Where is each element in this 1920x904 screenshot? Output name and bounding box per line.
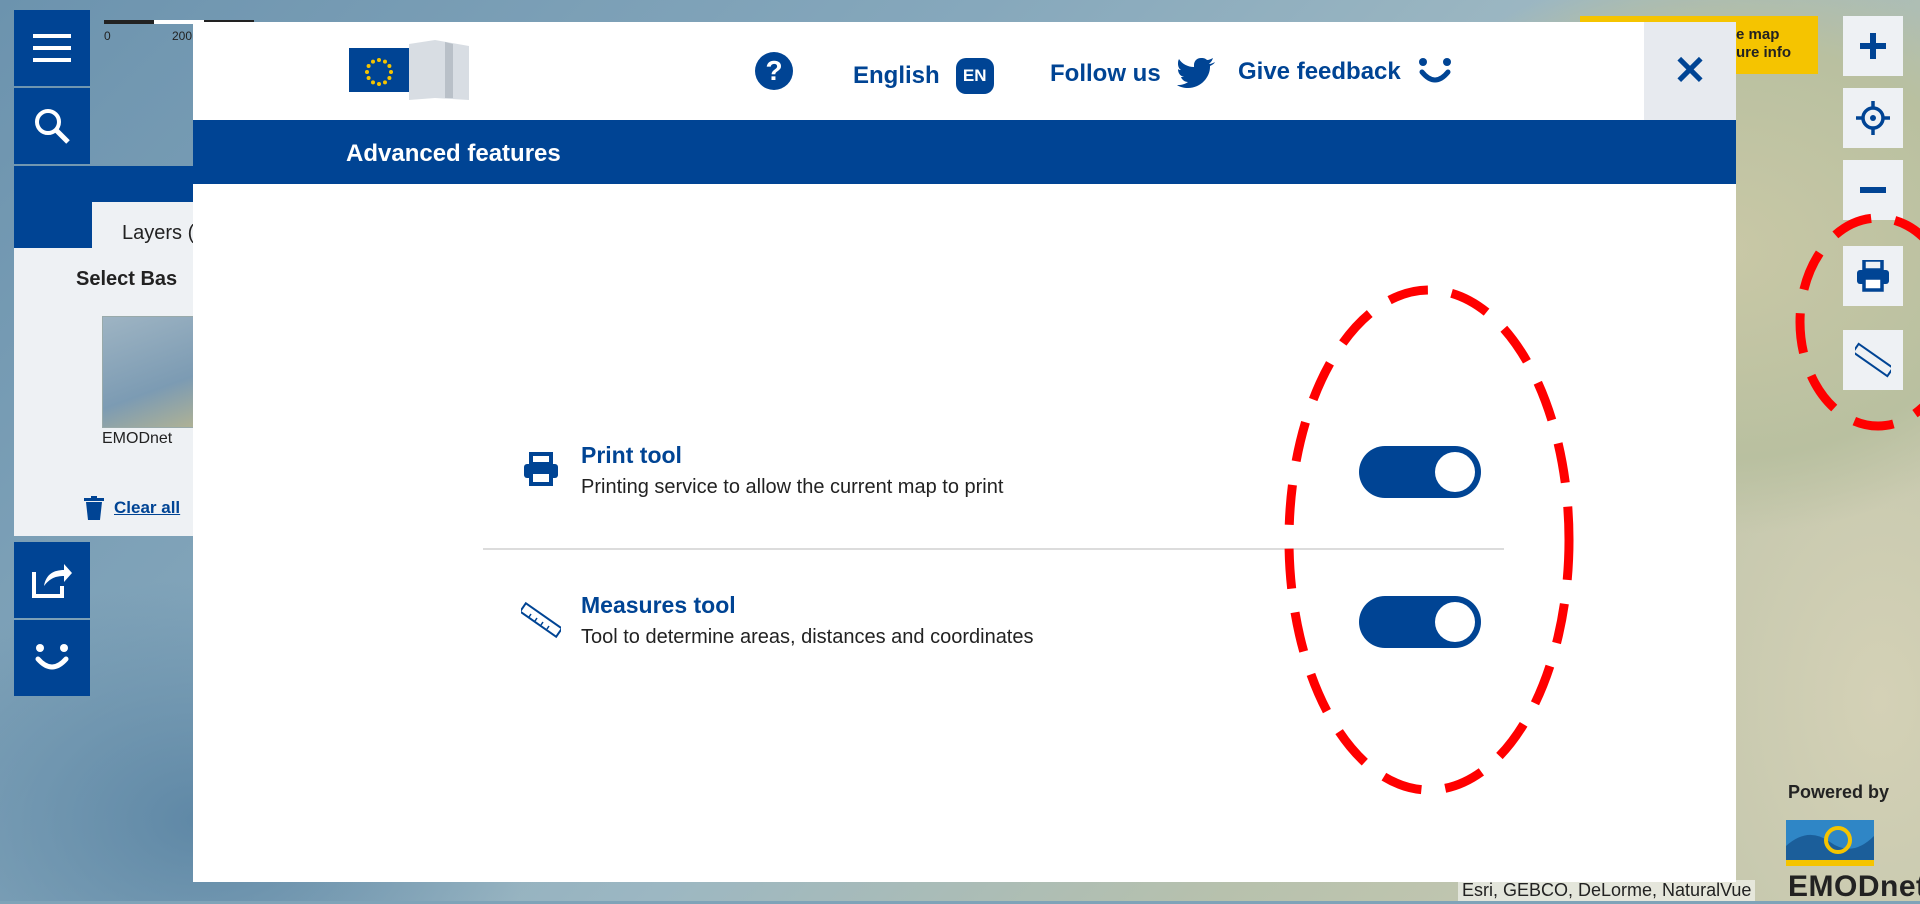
give-feedback-link[interactable]: Give feedback — [1238, 58, 1453, 86]
european-commission-logo — [349, 40, 469, 100]
follow-us-link[interactable]: Follow us — [1050, 58, 1215, 90]
locate-button[interactable] — [1843, 88, 1903, 148]
search-icon — [35, 109, 70, 144]
basemap-label: EMODnet — [102, 430, 173, 447]
emodnet-logo — [1786, 820, 1874, 866]
language-label: English — [853, 62, 940, 89]
clear-all-link[interactable]: Clear all — [84, 496, 180, 520]
printer-icon — [1857, 260, 1889, 292]
smile-icon — [1418, 58, 1451, 83]
map-info-line1: e map — [1736, 26, 1780, 43]
plus-icon — [1860, 33, 1886, 59]
scale-label-start: 0 — [104, 29, 111, 43]
search-button[interactable] — [14, 88, 90, 164]
print-tool-title: Print tool — [581, 442, 682, 468]
feedback-side-button[interactable] — [14, 620, 90, 696]
print-map-button[interactable] — [1843, 246, 1903, 306]
hamburger-icon — [33, 34, 71, 62]
question-icon: ? — [765, 55, 783, 86]
ruler-icon — [521, 601, 561, 639]
layers-panel: Layers (0 Select Bas EMODnet Clear all — [14, 166, 232, 536]
measures-tool-title: Measures tool — [581, 592, 736, 618]
crosshair-icon — [1856, 101, 1890, 135]
trash-icon — [84, 496, 104, 520]
select-basemap-heading: Select Bas — [76, 268, 178, 290]
share-button[interactable] — [14, 542, 90, 618]
print-tool-toggle[interactable] — [1359, 446, 1481, 498]
give-feedback-label: Give feedback — [1238, 58, 1401, 85]
twitter-icon — [1176, 58, 1215, 88]
measures-tool-toggle[interactable] — [1359, 596, 1481, 648]
close-dialog-button[interactable]: ✕ — [1644, 22, 1736, 120]
emodnet-brand-text: EMODnet — [1788, 870, 1920, 903]
menu-button[interactable] — [14, 10, 90, 86]
powered-by-label: Powered by — [1788, 782, 1890, 802]
measure-map-button[interactable] — [1843, 330, 1903, 390]
advanced-features-dialog: ? English EN Follow us Give feedback ✕ A… — [193, 22, 1736, 882]
scale-label-mid: 200 — [172, 29, 193, 43]
minus-icon — [1860, 187, 1886, 193]
dialog-title-bar: Advanced features — [193, 120, 1736, 184]
measures-tool-description: Tool to determine areas, distances and c… — [581, 626, 1034, 648]
language-code-badge: EN — [955, 58, 994, 94]
share-icon — [32, 564, 72, 598]
map-attribution: Esri, GEBCO, DeLorme, NaturalVue — [1458, 880, 1756, 901]
dialog-title: Advanced features — [346, 140, 561, 167]
feature-divider — [483, 548, 1504, 550]
help-button[interactable]: ? — [755, 52, 793, 90]
ruler-icon — [1855, 342, 1891, 378]
close-icon: ✕ — [1673, 49, 1707, 93]
map-info-line2: ure info — [1736, 44, 1791, 61]
follow-us-label: Follow us — [1050, 60, 1161, 87]
printer-icon — [524, 452, 558, 486]
smile-icon — [35, 644, 69, 670]
dialog-header: ? English EN Follow us Give feedback ✕ — [193, 22, 1736, 120]
language-selector[interactable]: English EN — [853, 58, 994, 94]
zoom-out-button[interactable] — [1843, 160, 1903, 220]
print-tool-description: Printing service to allow the current ma… — [581, 476, 1004, 498]
clear-all-label: Clear all — [114, 498, 181, 517]
zoom-in-button[interactable] — [1843, 16, 1903, 76]
